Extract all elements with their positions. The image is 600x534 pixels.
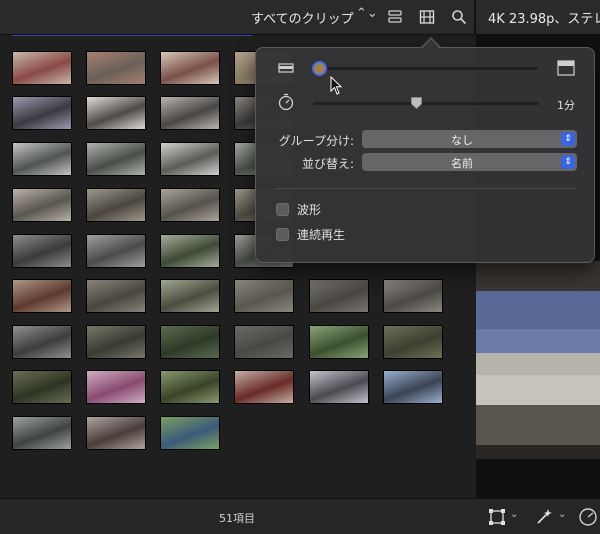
toolbar: すべてのクリップ ⌃⌄ 4K 23.98p、ステレ <box>0 0 600 35</box>
clip-thumbnail[interactable] <box>12 370 72 404</box>
clip-thumbnail[interactable] <box>234 325 294 359</box>
sort-by-popup[interactable]: 名前 ⇕ <box>362 153 577 171</box>
clip-thumbnail[interactable] <box>12 325 72 359</box>
clip-thumbnail[interactable] <box>160 279 220 313</box>
clip-thumbnail[interactable] <box>160 325 220 359</box>
popover-divider <box>275 188 575 189</box>
enhance-wand-icon[interactable] <box>535 508 553 526</box>
clip-duration-slider-knob[interactable] <box>411 97 422 109</box>
clip-thumbnail[interactable] <box>86 188 146 222</box>
clip-filter-menu[interactable]: すべてのクリップ <box>251 8 354 27</box>
clip-thumbnail[interactable] <box>12 416 72 450</box>
clip-thumbnail[interactable] <box>86 51 146 85</box>
stopwatch-icon <box>278 93 294 111</box>
clip-appearance-icon[interactable] <box>419 9 435 25</box>
clip-thumbnail[interactable] <box>86 325 146 359</box>
clip-thumbnail[interactable] <box>12 142 72 176</box>
group-by-popup[interactable]: なし ⇕ <box>362 130 577 148</box>
clip-duration-value: 1分 <box>557 99 575 112</box>
clip-thumbnail[interactable] <box>160 188 220 222</box>
clip-thumbnail[interactable] <box>383 325 443 359</box>
clip-thumbnail[interactable] <box>160 142 220 176</box>
transform-icon[interactable] <box>488 508 506 526</box>
continuous-playback-label: 連続再生 <box>297 228 346 242</box>
clip-thumbnail[interactable] <box>160 51 220 85</box>
waveforms-label: 波形 <box>297 203 322 217</box>
updown-arrows-icon: ⇕ <box>561 132 575 146</box>
clip-thumbnail[interactable] <box>383 370 443 404</box>
small-clip-height-icon <box>278 63 294 73</box>
clip-thumbnail[interactable] <box>12 96 72 130</box>
clip-thumbnail[interactable] <box>86 279 146 313</box>
waveforms-checkbox[interactable] <box>276 203 289 216</box>
clip-thumbnail[interactable] <box>160 96 220 130</box>
clip-thumbnail[interactable] <box>160 416 220 450</box>
sort-by-label: 並び替え: <box>301 157 354 171</box>
search-icon[interactable] <box>451 9 467 25</box>
retime-speed-icon[interactable] <box>578 507 598 527</box>
clip-thumbnail[interactable] <box>383 279 443 313</box>
clip-thumbnail[interactable] <box>309 370 369 404</box>
clip-thumbnail[interactable] <box>160 234 220 268</box>
clip-thumbnail[interactable] <box>12 51 72 85</box>
group-by-label: グループ分け: <box>278 134 354 148</box>
clip-thumbnail[interactable] <box>86 416 146 450</box>
clip-thumbnail[interactable] <box>12 234 72 268</box>
item-count-label: 51項目 <box>219 512 255 525</box>
viewer-format-label: 4K 23.98p、ステレ <box>488 12 600 27</box>
clip-height-slider-track[interactable] <box>312 67 538 70</box>
group-by-value: なし <box>451 134 473 147</box>
clip-thumbnail[interactable] <box>309 279 369 313</box>
clip-duration-slider-track[interactable] <box>313 102 539 105</box>
large-clip-height-icon <box>557 60 575 76</box>
transform-menu-chevron-icon[interactable]: ⌄ <box>510 509 518 520</box>
browser-accent-line <box>12 35 252 36</box>
sort-by-value: 名前 <box>451 157 473 170</box>
continuous-playback-checkbox[interactable] <box>276 228 289 241</box>
mouse-pointer-icon <box>330 76 343 95</box>
popover-arrow-fill <box>423 39 439 48</box>
clip-thumbnail[interactable] <box>12 279 72 313</box>
updown-arrows-icon: ⇕ <box>561 155 575 169</box>
filmstrip-view-icon[interactable] <box>387 9 403 25</box>
clip-thumbnail[interactable] <box>12 188 72 222</box>
clip-thumbnail[interactable] <box>309 325 369 359</box>
clip-height-slider-knob[interactable] <box>312 61 327 76</box>
clip-thumbnail[interactable] <box>86 234 146 268</box>
chevron-updown-icon[interactable]: ⌃⌄ <box>356 6 378 21</box>
status-bar: 51項目 ⌄ ⌄ <box>0 498 600 534</box>
clip-thumbnail[interactable] <box>160 370 220 404</box>
clip-thumbnail[interactable] <box>234 279 294 313</box>
enhance-menu-chevron-icon[interactable]: ⌄ <box>558 509 566 520</box>
clip-thumbnail[interactable] <box>86 142 146 176</box>
clip-thumbnail[interactable] <box>86 96 146 130</box>
clip-thumbnail[interactable] <box>86 370 146 404</box>
clip-thumbnail[interactable] <box>234 370 294 404</box>
pane-divider <box>474 0 476 34</box>
